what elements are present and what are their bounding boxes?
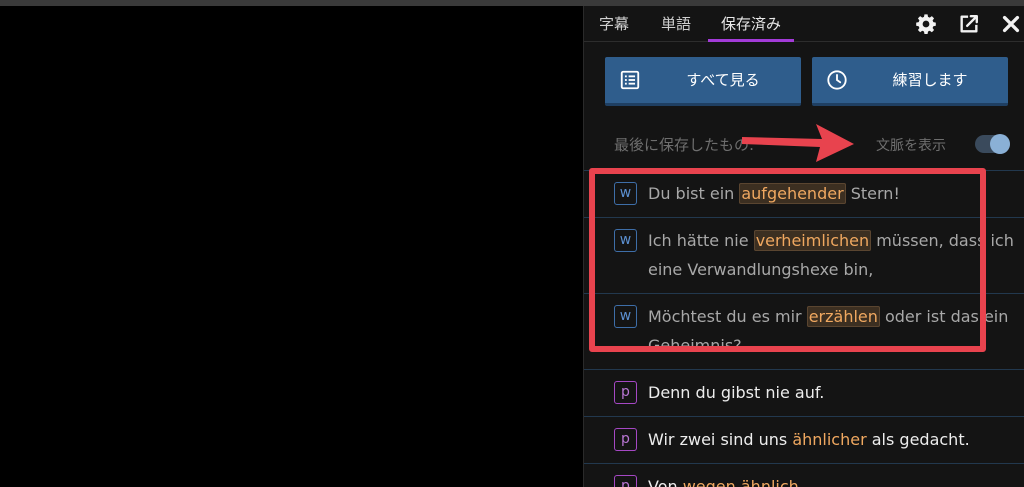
saved-item[interactable]: w Ich hätte nie verheimlichen müssen, das…	[584, 217, 1024, 293]
subtitle-side-panel: 字幕 単語 保存済み すべて見る 練習します 最後に保存したもの: 文脈を表示 …	[583, 6, 1024, 487]
item-text: Du bist ein	[648, 184, 740, 203]
item-text: .	[798, 477, 804, 487]
saved-items-list: w Du bist ein aufgehender Stern! w Ich hätt…	[584, 170, 1024, 487]
saved-item[interactable]: p Denn du gibst nie auf.	[584, 369, 1024, 416]
saved-item[interactable]: w Du bist ein aufgehender Stern!	[584, 170, 1024, 217]
gear-icon[interactable]	[915, 13, 937, 35]
last-saved-heading: 最後に保存したもの:	[614, 136, 755, 154]
word-badge-icon: w	[614, 305, 637, 328]
phrase-badge-icon: p	[614, 428, 637, 451]
list-icon	[619, 69, 641, 91]
practice-button[interactable]: 練習します	[812, 57, 1008, 106]
highlighted-word[interactable]: erzählen	[806, 306, 880, 327]
see-all-label: すべて見る	[686, 71, 760, 89]
highlighted-word[interactable]: aufgehender	[739, 183, 846, 204]
word-badge-icon: w	[614, 229, 637, 252]
item-text: als gedacht.	[866, 430, 970, 449]
item-text: Wir zwei sind uns	[648, 430, 793, 449]
close-icon[interactable]	[1000, 13, 1022, 35]
clock-icon	[826, 69, 848, 91]
item-text: Denn du gibst nie auf.	[648, 383, 825, 402]
item-text: Von	[648, 477, 683, 487]
item-text: Möchtest du es mir	[648, 307, 807, 326]
phrase-badge-icon: p	[614, 381, 637, 404]
highlighted-word[interactable]: wegen ähnlich	[683, 477, 799, 487]
tab-subtitles[interactable]: 字幕	[599, 6, 629, 42]
show-context-toggle[interactable]	[975, 134, 1010, 154]
panel-tabs: 字幕 単語 保存済み	[584, 6, 1024, 42]
item-text: Stern!	[845, 184, 900, 203]
saved-item[interactable]: p Von wegen ähnlich.	[584, 463, 1024, 487]
video-area[interactable]	[0, 6, 583, 487]
export-icon[interactable]	[958, 13, 980, 35]
highlighted-word[interactable]: verheimlichen	[753, 230, 872, 251]
highlighted-word[interactable]: ähnlicher	[792, 430, 866, 449]
show-context-label: 文脈を表示	[876, 138, 946, 154]
tab-words[interactable]: 単語	[661, 6, 691, 42]
see-all-button[interactable]: すべて見る	[605, 57, 801, 106]
saved-item[interactable]: p Wir zwei sind uns ähnlicher als gedacht…	[584, 416, 1024, 463]
toggle-knob	[990, 134, 1010, 154]
saved-item[interactable]: w Möchtest du es mir erzählen oder ist da…	[584, 293, 1024, 369]
item-text: Ich hätte nie	[648, 231, 754, 250]
phrase-badge-icon: p	[614, 475, 637, 487]
tab-saved[interactable]: 保存済み	[708, 6, 795, 42]
practice-label: 練習します	[892, 71, 968, 89]
word-badge-icon: w	[614, 182, 637, 205]
